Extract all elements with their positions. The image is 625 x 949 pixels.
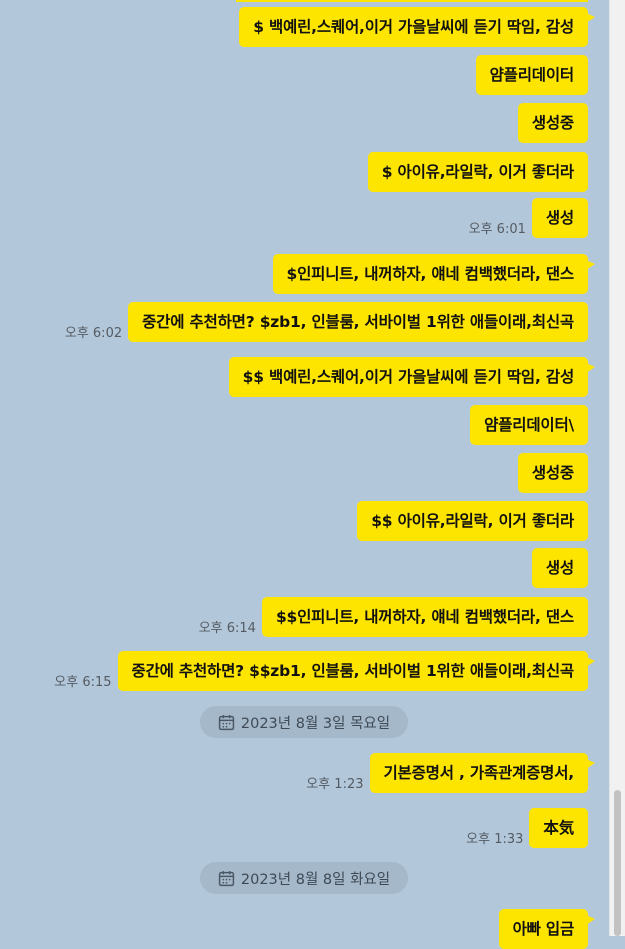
- message-bubble[interactable]: 얌플리데이터\: [470, 405, 588, 445]
- message-time: 오후 1:33: [466, 832, 524, 847]
- message-bubble[interactable]: 얌플리데이터: [475, 55, 588, 95]
- message-bubble[interactable]: 생성중: [517, 453, 588, 493]
- message-row: $인피니트, 내꺼하자, 얘네 컴백했더라, 댄스: [267, 254, 596, 294]
- message-row: 아빠 입금: [493, 909, 596, 949]
- message-time: 오후 6:02: [64, 326, 123, 341]
- message-bubble[interactable]: 기본증명서 , 가족관계증명서,: [369, 753, 595, 793]
- message-row: 오후 1:33 本気: [466, 808, 588, 848]
- message-row: $$ 백예린,스퀘어,이거 가을날씨에 듣기 딱임, 감성: [223, 357, 596, 397]
- message-row: $ 아이유,라일락, 이거 좋더라: [362, 152, 588, 192]
- date-separator: 2023년 8월 3일 목요일: [200, 706, 408, 738]
- previous-bubble-edge: [236, 0, 588, 2]
- message-row: 생성중: [512, 103, 588, 143]
- message-row: 오후 6:02 중간에 추천하면? $zb1, 인블룸, 서바이벌 1위한 애들…: [65, 302, 588, 342]
- date-label: 2023년 8월 8일 화요일: [240, 871, 391, 888]
- message-bubble[interactable]: $$ 백예린,스퀘어,이거 가을날씨에 듣기 딱임, 감성: [228, 357, 596, 397]
- message-bubble[interactable]: 생성중: [517, 103, 588, 143]
- message-row: 생성중: [512, 453, 588, 493]
- message-row: 오후 6:14 $$인피니트, 내꺼하자, 얘네 컴백했더라, 댄스: [199, 597, 588, 637]
- message-row: 생성: [526, 548, 588, 588]
- scrollbar-thumb[interactable]: [614, 790, 621, 936]
- scrollbar[interactable]: [609, 0, 625, 936]
- message-row: $ 백예린,스퀘어,이거 가을날씨에 듣기 딱임, 감성: [233, 7, 595, 47]
- chat-area[interactable]: $ 백예린,스퀘어,이거 가을날씨에 듣기 딱임, 감성 얌플리데이터 생성중 …: [0, 0, 610, 949]
- message-bubble[interactable]: $$인피니트, 내꺼하자, 얘네 컴백했더라, 댄스: [261, 597, 588, 637]
- message-row: 오후 1:23 기본증명서 , 가족관계증명서,: [306, 753, 595, 793]
- message-bubble[interactable]: 중간에 추천하면? $$zb1, 인블룸, 서바이벌 1위한 애들이래,최신곡: [117, 651, 596, 691]
- message-time: 오후 6:01: [468, 222, 526, 237]
- message-bubble[interactable]: 생성: [531, 548, 588, 588]
- message-bubble[interactable]: $$ 아이유,라일락, 이거 좋더라: [357, 501, 588, 541]
- message-bubble[interactable]: 중간에 추천하면? $zb1, 인블룸, 서바이벌 1위한 애들이래,최신곡: [128, 302, 588, 342]
- calendar-icon: [218, 870, 235, 886]
- message-row: 오후 6:01 생성: [469, 198, 588, 238]
- date-separator: 2023년 8월 8일 화요일: [200, 862, 408, 894]
- message-bubble[interactable]: $인피니트, 내꺼하자, 얘네 컴백했더라, 댄스: [272, 254, 596, 294]
- message-row: 얌플리데이터: [470, 55, 588, 95]
- calendar-icon: [218, 714, 235, 730]
- message-row: 오후 6:15 중간에 추천하면? $$zb1, 인블룸, 서바이벌 1위한 애…: [54, 651, 596, 691]
- date-label: 2023년 8월 3일 목요일: [240, 715, 391, 732]
- message-time: 오후 1:23: [306, 777, 364, 792]
- message-row: $$ 아이유,라일락, 이거 좋더라: [351, 501, 588, 541]
- message-row: 얌플리데이터\: [464, 405, 588, 445]
- message-time: 오후 6:15: [54, 675, 112, 690]
- message-bubble[interactable]: $ 아이유,라일락, 이거 좋더라: [367, 152, 588, 192]
- message-bubble[interactable]: 本気: [529, 808, 588, 848]
- message-bubble[interactable]: $ 백예린,스퀘어,이거 가을날씨에 듣기 딱임, 감성: [239, 7, 595, 47]
- message-bubble[interactable]: 아빠 입금: [498, 909, 596, 949]
- message-bubble[interactable]: 생성: [531, 198, 588, 238]
- message-time: 오후 6:14: [198, 621, 256, 636]
